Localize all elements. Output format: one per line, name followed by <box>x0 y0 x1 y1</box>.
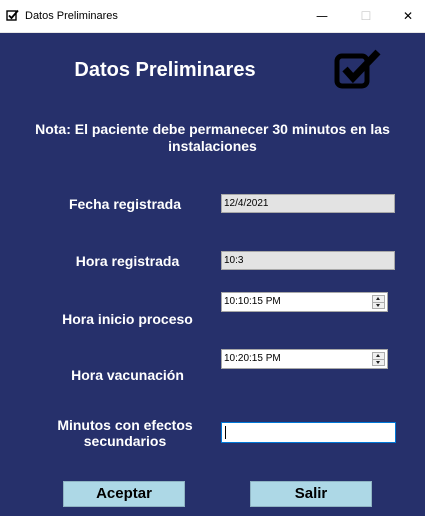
hora-inicio-label: Hora inicio proceso <box>62 311 193 327</box>
fecha-registrada-field: 12/4/2021 <box>221 194 395 213</box>
hora-inicio-picker[interactable]: 10:10:15 PM <box>221 292 388 312</box>
hora-inicio-value[interactable]: 10:10:15 PM <box>224 293 281 311</box>
spin-down-icon[interactable] <box>373 302 384 308</box>
aceptar-button[interactable]: Aceptar <box>63 481 185 507</box>
hora-vacunacion-picker[interactable]: 10:20:15 PM <box>221 349 388 369</box>
title-bar[interactable]: Datos Preliminares — ☐ ✕ <box>0 0 425 33</box>
hora-registrada-label: Hora registrada <box>75 253 180 269</box>
hora-vacunacion-label: Hora vacunación <box>71 367 184 383</box>
note-text: Nota: El paciente debe permanecer 30 min… <box>35 121 390 154</box>
fecha-registrada-label: Fecha registrada <box>68 196 182 212</box>
salir-button[interactable]: Salir <box>250 481 372 507</box>
window-title: Datos Preliminares <box>25 10 118 22</box>
maximize-button: ☐ <box>360 9 372 23</box>
checkbox-checked-icon <box>6 9 19 21</box>
text-caret <box>225 426 226 439</box>
hora-vacunacion-spinner[interactable] <box>372 352 385 366</box>
minutos-efectos-label: Minutos con efectos secundarios <box>57 417 193 449</box>
hora-registrada-field: 10:3 <box>221 251 395 270</box>
window: Datos Preliminares — ☐ ✕ Datos Prelimina… <box>0 0 425 516</box>
hora-inicio-spinner[interactable] <box>372 295 385 309</box>
minimize-button[interactable]: — <box>301 0 343 32</box>
minutos-efectos-input[interactable] <box>221 422 396 443</box>
close-button[interactable]: ✕ <box>387 0 425 32</box>
checkbox-checked-icon <box>334 49 381 89</box>
spin-down-icon[interactable] <box>373 359 384 365</box>
hora-vacunacion-value[interactable]: 10:20:15 PM <box>224 350 281 368</box>
form-body: Datos Preliminares Nota: El paciente deb… <box>0 33 425 516</box>
form-heading: Datos Preliminares <box>74 59 256 81</box>
